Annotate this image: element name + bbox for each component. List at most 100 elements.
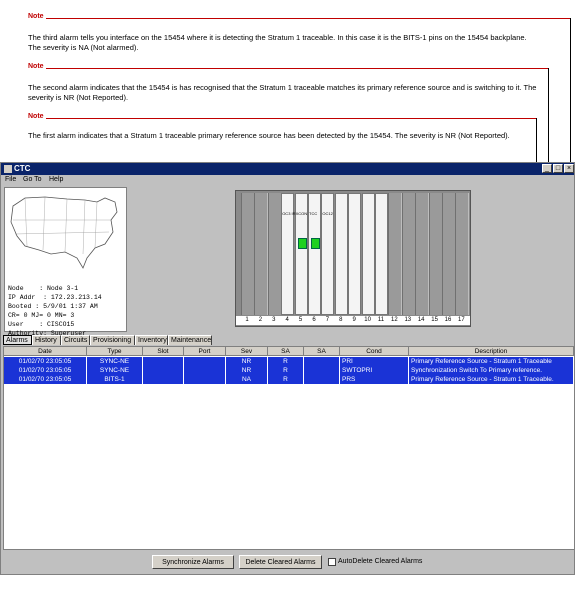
autodelete-checkbox[interactable] <box>328 558 336 566</box>
note-rule-1 <box>46 18 570 19</box>
tab-history[interactable]: History <box>32 335 61 345</box>
cell-st: R <box>268 366 304 375</box>
note-heading-3: Note <box>28 113 44 120</box>
cell-date: 01/02/70 23:05:05 <box>4 375 87 384</box>
empty-slot-14[interactable] <box>415 193 430 315</box>
tab-maintenance[interactable]: Maintenance <box>168 335 212 345</box>
slot-number-label: 15 <box>431 317 438 323</box>
tab-provisioning[interactable]: Provisioning <box>90 335 135 345</box>
card-label: OC3 IR <box>282 211 296 216</box>
cell-sev: NA <box>226 375 268 384</box>
card-label: XCON <box>295 211 308 216</box>
synchronize-alarms-button[interactable]: Synchronize Alarms <box>152 555 234 569</box>
slot-number-label: 13 <box>404 317 412 323</box>
empty-slot-3[interactable] <box>267 193 282 315</box>
empty-slot-16[interactable] <box>442 193 456 315</box>
table-row[interactable]: 01/02/70 23:05:05 SYNC-NE NR R PRI Prima… <box>4 357 574 366</box>
shelf-view: OC3 IR XCON TCC OC12 1 2 3 4 5 6 7 8 9 10 11 12 13 14 15 1… <box>235 190 471 327</box>
note-text-2: The second alarm indicates that the 1545… <box>28 83 537 102</box>
empty-slot-12[interactable] <box>388 193 403 315</box>
empty-slot-1[interactable] <box>241 193 255 315</box>
column-header-type[interactable]: Type <box>87 347 143 356</box>
cell-description: Synchronization Switch To Primary refere… <box>409 366 574 375</box>
cell-slot <box>143 375 184 384</box>
cell-sa <box>304 366 340 375</box>
slot-number-label: 14 <box>417 317 425 323</box>
node-map-panel: Node : Node 3-1 IP Addr : 172.23.213.14 … <box>4 187 127 337</box>
cell-type: SYNC-NE <box>87 366 143 375</box>
cell-st: R <box>268 357 304 366</box>
table-row[interactable]: 01/02/70 23:05:05 SYNC-NE NR R SWTOPRI S… <box>4 366 574 375</box>
cell-st: R <box>268 375 304 384</box>
slot-number-label: 10 <box>364 317 371 323</box>
cell-cond: PRI <box>340 357 409 366</box>
cell-type: SYNC-NE <box>87 357 143 366</box>
empty-slot-2[interactable] <box>254 193 269 315</box>
menu-bar: File Go To Help <box>1 175 574 186</box>
slot-numbers: 1 2 3 4 5 6 7 8 9 10 11 12 13 14 15 16 17 <box>236 316 470 325</box>
minimize-button[interactable]: _ <box>542 164 552 173</box>
column-header-slot[interactable]: Slot <box>143 347 184 356</box>
window-title: CTC <box>14 164 31 173</box>
cell-cond: SWTOPRI <box>340 366 409 375</box>
card-slot-9[interactable] <box>348 193 362 315</box>
slot-number-label: 12 <box>391 317 398 323</box>
empty-slot-17[interactable] <box>455 193 470 315</box>
maximize-button[interactable]: □ <box>553 164 563 173</box>
slot-number-label: 3 <box>272 317 276 323</box>
cell-port <box>184 375 226 384</box>
alarms-table: Date Type Slot Port Sev SA SA Cond Descr… <box>3 346 575 550</box>
column-header-description[interactable]: Description <box>409 347 574 356</box>
delete-cleared-alarms-button[interactable]: Delete Cleared Alarms <box>239 555 322 569</box>
slot-number-label: 5 <box>298 317 303 323</box>
app-icon <box>4 165 12 173</box>
tab-inventory[interactable]: Inventory <box>135 335 168 345</box>
empty-slot-15[interactable] <box>428 193 443 315</box>
column-header-port[interactable]: Port <box>184 347 226 356</box>
slot-number-label: 11 <box>377 317 385 323</box>
column-header-sa[interactable]: SA <box>304 347 340 356</box>
status-led-icon <box>297 238 307 249</box>
close-button[interactable]: × <box>564 164 574 173</box>
title-bar[interactable]: CTC _ □ × <box>1 163 574 175</box>
card-slot-10[interactable] <box>361 193 375 315</box>
column-header-date[interactable]: Date <box>4 347 87 356</box>
tab-alarms[interactable]: Alarms <box>3 335 32 345</box>
status-led-icon <box>311 238 320 249</box>
column-header-cond[interactable]: Cond <box>340 347 409 356</box>
menu-goto[interactable]: Go To <box>23 176 42 183</box>
bottom-toolbar: Synchronize Alarms Delete Cleared Alarms… <box>1 553 574 573</box>
cell-date: 01/02/70 23:05:05 <box>4 366 87 375</box>
cell-sev: NR <box>226 366 268 375</box>
cell-port <box>184 366 226 375</box>
cell-port <box>184 357 226 366</box>
note-text-3: The first alarm indicates that a Stratum… <box>28 131 510 140</box>
note-heading-2: Note <box>28 63 44 70</box>
slot-number-label: 2 <box>258 317 263 323</box>
slot-number-label: 8 <box>339 317 343 323</box>
menu-help[interactable]: Help <box>49 176 63 183</box>
autodelete-label: AutoDelete Cleared Alarms <box>338 558 423 565</box>
menu-file[interactable]: File <box>5 176 16 183</box>
card-label: TCC <box>309 211 318 216</box>
empty-slot-13[interactable] <box>401 193 416 315</box>
column-header-st[interactable]: SA <box>268 347 304 356</box>
note-text-1: The third alarm tells you interface on t… <box>28 33 527 52</box>
slot-number-label: 6 <box>312 317 316 323</box>
card-slot-8[interactable] <box>334 193 348 315</box>
slot-number-label: 17 <box>458 317 465 323</box>
cell-sev: NR <box>226 357 268 366</box>
cell-description: Primary Reference Source - Stratum 1 Tra… <box>409 375 574 384</box>
table-row[interactable]: 01/02/70 23:05:05 BITS-1 NA R PRS Primar… <box>4 375 574 384</box>
ctc-window: CTC _ □ × File Go To Help Node : Node 3-… <box>0 162 575 575</box>
column-header-sev[interactable]: Sev <box>226 347 268 356</box>
card-slot-11[interactable] <box>375 193 388 315</box>
slot-number-label: 4 <box>285 317 289 323</box>
cell-slot <box>143 366 184 375</box>
slot-number-label: 1 <box>245 317 249 323</box>
us-map-icon <box>10 196 118 269</box>
tab-circuits[interactable]: Circuits <box>61 335 90 345</box>
cell-description: Primary Reference Source - Stratum 1 Tra… <box>409 357 574 366</box>
slot-number-label: 9 <box>352 317 356 323</box>
slot-number-label: 16 <box>444 317 452 323</box>
